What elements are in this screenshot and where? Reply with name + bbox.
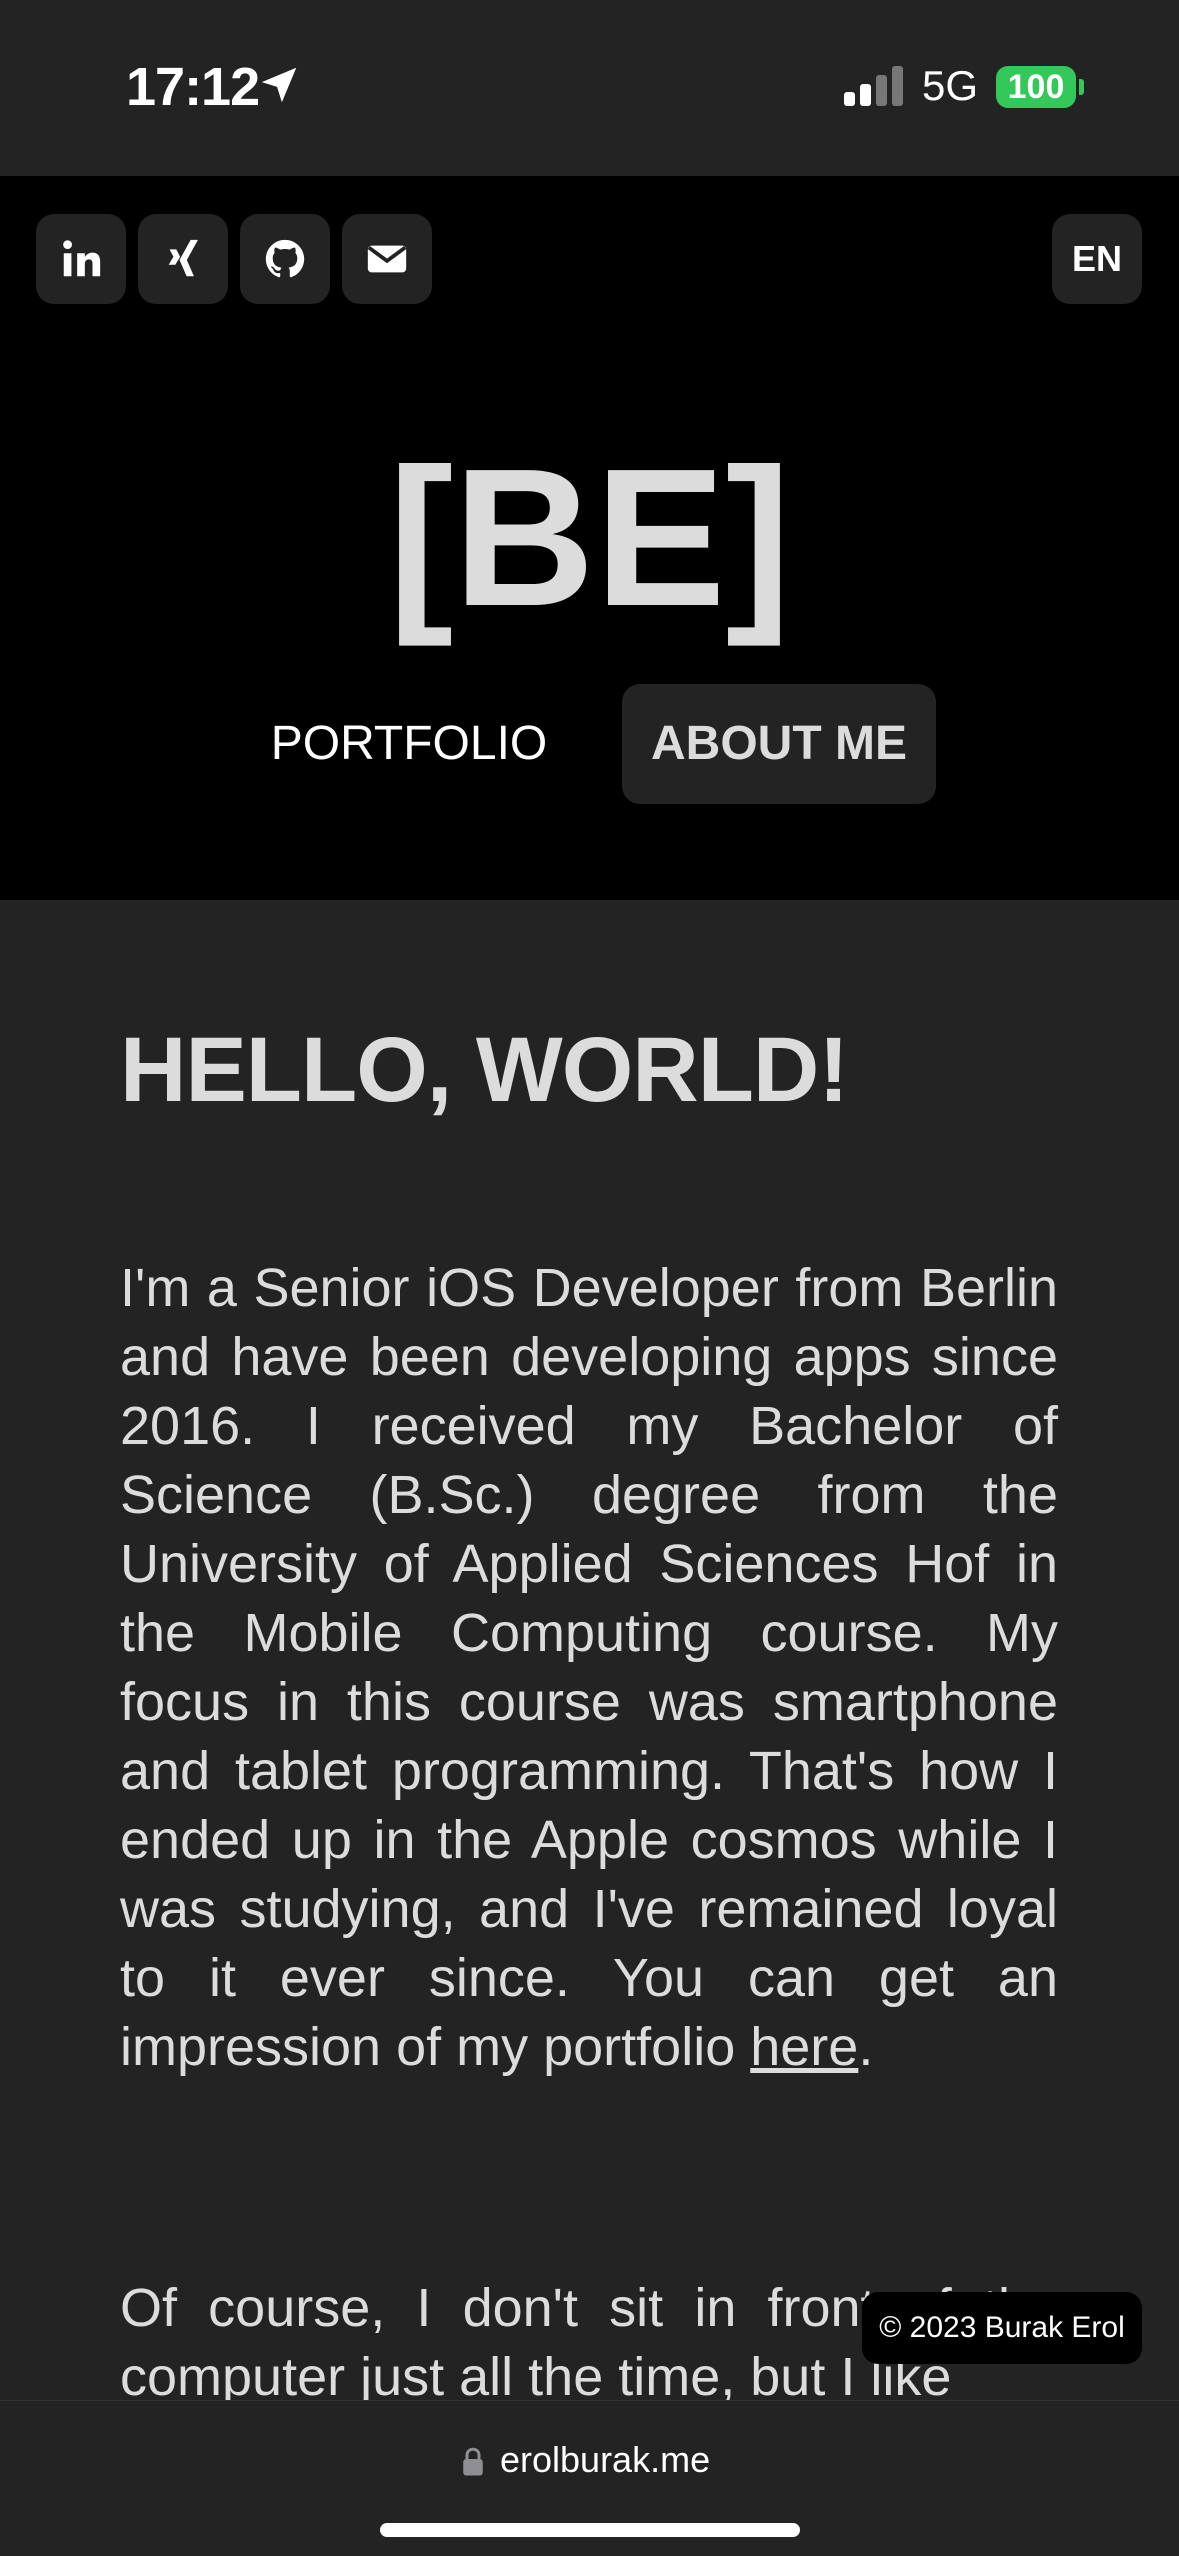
site-logo[interactable]: [BE] — [0, 438, 1179, 638]
language-button[interactable]: EN — [1052, 214, 1142, 304]
site-header: EN [BE] PORTFOLIO ABOUT ME — [0, 176, 1179, 900]
github-button[interactable] — [240, 214, 330, 304]
battery-tip — [1079, 79, 1084, 95]
signal-icon — [844, 66, 906, 106]
about-content: HELLO, WORLD! I'm a Senior iOS Developer… — [0, 900, 1179, 2407]
status-time: 17:12 — [126, 57, 260, 117]
xing-icon — [168, 239, 198, 277]
browser-url-bar[interactable]: erolburak.me — [0, 2400, 1179, 2556]
url-text[interactable]: erolburak.me — [500, 2439, 710, 2481]
intro-end: . — [858, 2017, 874, 2077]
nav-portfolio[interactable]: PORTFOLIO — [244, 684, 574, 804]
intro-text: I'm a Senior iOS Developer from Berlin a… — [120, 1258, 1058, 2077]
battery-icon: 100 — [996, 66, 1076, 108]
network-type: 5G — [922, 62, 979, 109]
lock-icon — [463, 2447, 483, 2476]
portfolio-link[interactable]: here — [750, 2017, 858, 2077]
nav-about-me[interactable]: ABOUT ME — [622, 684, 936, 804]
linkedin-button[interactable] — [36, 214, 126, 304]
envelope-icon — [367, 245, 407, 273]
github-icon — [265, 239, 305, 278]
email-button[interactable] — [342, 214, 432, 304]
linkedin-icon — [63, 240, 101, 277]
intro-paragraph: I'm a Senior iOS Developer from Berlin a… — [120, 1254, 1058, 2082]
home-indicator — [380, 2523, 800, 2537]
location-arrow-icon — [261, 67, 297, 103]
xing-button[interactable] — [138, 214, 228, 304]
status-bar: 17:12 5G 100 — [0, 0, 1179, 176]
page-heading: HELLO, WORLD! — [120, 1019, 849, 1121]
copyright-badge: © 2023 Burak Erol — [862, 2292, 1142, 2364]
